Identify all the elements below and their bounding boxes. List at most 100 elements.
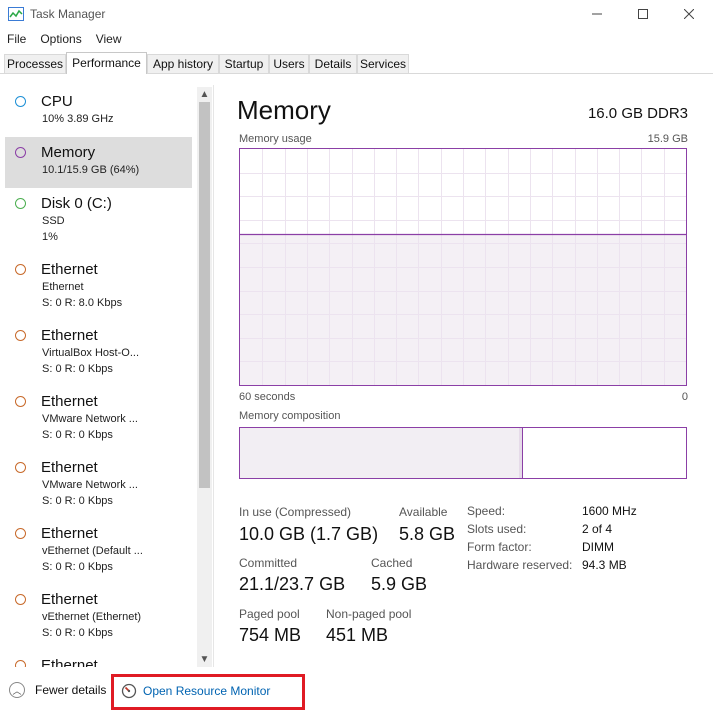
menu-file[interactable]: File: [0, 30, 33, 48]
sidebar-item-name: Ethernet: [41, 657, 98, 667]
menu-bar: File Options View: [0, 30, 713, 48]
memory-usage-graph: [239, 148, 687, 386]
scroll-up-arrow-icon[interactable]: ▲: [197, 87, 212, 102]
sidebar-item-detail: 10% 3.89 GHz: [42, 113, 114, 125]
sidebar-item-memory[interactable]: Memory 10.1/15.9 GB (64%): [5, 137, 192, 188]
sidebar-item-detail: VMware Network ...: [42, 413, 138, 425]
tab-app-history[interactable]: App history: [147, 54, 219, 73]
memory-usage-chart: [240, 149, 686, 385]
sidebar-item-detail: SSD: [42, 215, 65, 227]
sidebar-item-name: Memory: [41, 144, 96, 161]
disk-indicator-icon: [15, 198, 26, 209]
paged-pool-value: 754 MB: [239, 625, 302, 645]
in-use-segment: [240, 428, 523, 478]
memory-usage-label: Memory usage: [239, 133, 312, 145]
sidebar-item-ethernet[interactable]: Ethernet VMware Network ... S: 0 R: 0 Kb…: [5, 452, 192, 507]
menu-options[interactable]: Options: [33, 30, 88, 48]
available-value: 5.8 GB: [399, 524, 456, 544]
sidebar-item-name: Ethernet: [41, 525, 98, 542]
fewer-details-button[interactable]: ︿ Fewer details: [9, 682, 106, 698]
sidebar-item-cpu[interactable]: CPU 10% 3.89 GHz: [5, 86, 192, 137]
sidebar-item-name: Ethernet: [41, 459, 98, 476]
sidebar-item-detail: VMware Network ...: [42, 479, 138, 491]
menu-view[interactable]: View: [89, 30, 129, 48]
sidebar-item-name: Disk 0 (C:): [41, 195, 112, 212]
scroll-down-arrow-icon[interactable]: ▼: [197, 652, 212, 667]
time-axis-start: 60 seconds: [239, 391, 296, 403]
tab-processes[interactable]: Processes: [4, 54, 66, 73]
tab-performance[interactable]: Performance: [66, 52, 147, 74]
sidebar-item-detail: S: 0 R: 0 Kbps: [42, 561, 113, 573]
window-title: Task Manager: [30, 7, 106, 21]
ethernet-indicator-icon: [15, 528, 26, 539]
sidebar-item-detail: vEthernet (Ethernet): [42, 611, 142, 623]
speed-label: Speed:: [467, 504, 506, 518]
sidebar-item-detail: Ethernet: [42, 281, 84, 293]
cpu-indicator-icon: [15, 96, 26, 107]
non-paged-pool-label: Non-paged pool: [326, 607, 412, 621]
non-paged-pool-value: 451 MB: [326, 625, 389, 645]
fewer-details-label: Fewer details: [35, 683, 107, 697]
committed-value: 21.1/23.7 GB: [239, 574, 346, 594]
memory-composition-label: Memory composition: [239, 410, 341, 422]
ethernet-indicator-icon: [15, 396, 26, 407]
ethernet-indicator-icon: [15, 594, 26, 605]
memory-composition-bar: [239, 427, 687, 479]
sidebar-item-disk[interactable]: Disk 0 (C:) SSD 1%: [5, 188, 192, 243]
hardware-reserved-value: 94.3 MB: [582, 558, 627, 572]
memory-spec: 16.0 GB DDR3: [587, 105, 688, 122]
sidebar-item-ethernet[interactable]: Ethernet: [5, 650, 192, 667]
ethernet-indicator-icon: [15, 264, 26, 275]
page-title: Memory: [237, 95, 331, 125]
pane-divider: [213, 85, 214, 667]
speed-value: 1600 MHz: [582, 504, 637, 518]
tab-users[interactable]: Users: [269, 54, 309, 73]
sidebar-item-name: Ethernet: [41, 393, 98, 410]
chevron-up-icon: ︿: [9, 682, 25, 698]
minimize-button[interactable]: [574, 0, 620, 28]
hardware-reserved-label: Hardware reserved:: [467, 558, 573, 572]
tab-services[interactable]: Services: [357, 54, 409, 73]
sidebar-item-detail: S: 0 R: 0 Kbps: [42, 495, 113, 507]
title-bar: Task Manager: [0, 0, 713, 28]
form-factor-label: Form factor:: [467, 540, 532, 554]
sidebar-item-detail: 1%: [42, 231, 58, 243]
sidebar-item-detail: vEthernet (Default ...: [42, 545, 143, 557]
tab-details[interactable]: Details: [309, 54, 357, 73]
ethernet-indicator-icon: [15, 660, 26, 667]
cached-value: 5.9 GB: [371, 574, 428, 594]
minimize-icon: [592, 13, 602, 15]
in-use-label: In use (Compressed): [239, 505, 352, 519]
sidebar-item-name: Ethernet: [41, 261, 98, 278]
available-label: Available: [399, 505, 448, 519]
resource-sidebar: CPU 10% 3.89 GHz Memory 10.1/15.9 GB (64…: [0, 85, 213, 667]
committed-label: Committed: [239, 556, 298, 570]
tab-strip: Processes Performance App history Startu…: [0, 52, 713, 74]
time-axis-end: 0: [681, 391, 688, 403]
footer-bar: [0, 667, 713, 717]
in-use-value: 10.0 GB (1.7 GB): [239, 524, 379, 544]
sidebar-item-detail: S: 0 R: 0 Kbps: [42, 627, 113, 639]
resource-monitor-icon: [121, 683, 137, 699]
task-manager-icon: [8, 7, 24, 21]
sidebar-item-detail: 10.1/15.9 GB (64%): [42, 164, 140, 176]
sidebar-item-ethernet[interactable]: Ethernet vEthernet (Default ... S: 0 R: …: [5, 518, 192, 573]
sidebar-item-detail: VirtualBox Host-O...: [42, 347, 139, 359]
slots-used-label: Slots used:: [467, 522, 527, 536]
sidebar-item-detail: S: 0 R: 0 Kbps: [42, 429, 113, 441]
close-button[interactable]: [666, 0, 712, 28]
tab-startup[interactable]: Startup: [219, 54, 269, 73]
sidebar-item-ethernet[interactable]: Ethernet VirtualBox Host-O... S: 0 R: 0 …: [5, 320, 192, 375]
open-resource-monitor-link[interactable]: Open Resource Monitor: [121, 683, 270, 699]
form-factor-value: DIMM: [582, 540, 614, 554]
maximize-button[interactable]: [620, 0, 666, 28]
modified-segment: [519, 428, 522, 478]
scrollbar-thumb[interactable]: [199, 102, 210, 488]
sidebar-item-ethernet[interactable]: Ethernet VMware Network ... S: 0 R: 0 Kb…: [5, 386, 192, 441]
memory-usage-max: 15.9 GB: [647, 133, 688, 145]
maximize-icon: [638, 9, 648, 19]
sidebar-item-ethernet[interactable]: Ethernet vEthernet (Ethernet) S: 0 R: 0 …: [5, 584, 192, 639]
sidebar-item-ethernet[interactable]: Ethernet Ethernet S: 0 R: 8.0 Kbps: [5, 254, 192, 309]
open-resource-monitor-label: Open Resource Monitor: [143, 684, 271, 698]
ethernet-indicator-icon: [15, 330, 26, 341]
